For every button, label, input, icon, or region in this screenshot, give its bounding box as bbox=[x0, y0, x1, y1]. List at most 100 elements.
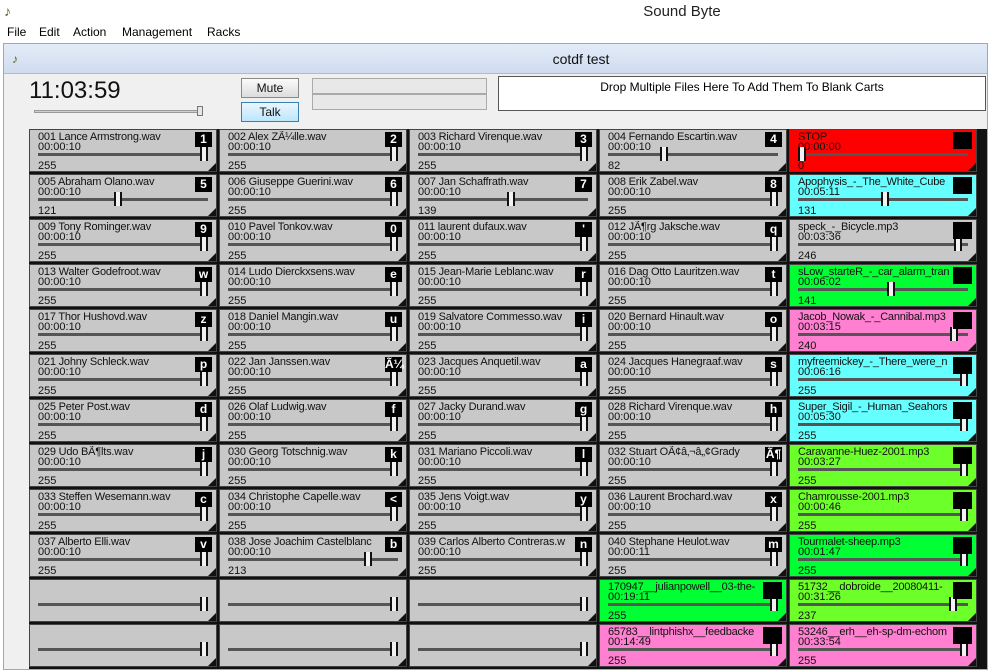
cart-button[interactable]: 035 Jens Voigt.wav 00:00:10 255 y bbox=[409, 489, 597, 532]
cart-button[interactable]: 003 Richard Virenque.wav 00:00:10 255 3 bbox=[409, 129, 597, 172]
cart-volume-track[interactable] bbox=[608, 378, 778, 381]
cart-volume-track[interactable] bbox=[228, 333, 398, 336]
cart-volume-track[interactable] bbox=[608, 243, 778, 246]
cart-button[interactable]: 53246__erh__eh-sp-dm-echom 00:33:54 255 bbox=[789, 624, 977, 667]
cart-volume-thumb[interactable] bbox=[200, 372, 208, 386]
cart-button[interactable]: myfreemickey_-_There_were_n 00:06:16 255 bbox=[789, 354, 977, 397]
cart-button[interactable] bbox=[29, 579, 217, 622]
cart-volume-track[interactable] bbox=[228, 558, 398, 561]
cart-volume-track[interactable] bbox=[418, 378, 588, 381]
cart-button[interactable]: 016 Dag Otto Lauritzen.wav 00:00:10 255 t bbox=[599, 264, 787, 307]
cart-volume-track[interactable] bbox=[38, 648, 208, 651]
cart-volume-track[interactable] bbox=[608, 288, 778, 291]
cart-volume-track[interactable] bbox=[38, 513, 208, 516]
menu-file[interactable]: File bbox=[7, 25, 26, 39]
cart-button[interactable]: 019 Salvatore Commesso.wav 00:00:10 255 i bbox=[409, 309, 597, 352]
cart-button[interactable]: 017 Thor Hushovd.wav 00:00:10 255 z bbox=[29, 309, 217, 352]
cart-volume-thumb[interactable] bbox=[580, 642, 588, 656]
cart-button[interactable]: 025 Peter Post.wav 00:00:10 255 d bbox=[29, 399, 217, 442]
cart-volume-track[interactable] bbox=[38, 378, 208, 381]
cart-volume-thumb[interactable] bbox=[770, 327, 778, 341]
cart-button[interactable] bbox=[409, 624, 597, 667]
cart-button[interactable]: 020 Bernard Hinault.wav 00:00:10 255 o bbox=[599, 309, 787, 352]
cart-volume-thumb[interactable] bbox=[364, 552, 372, 566]
cart-volume-track[interactable] bbox=[798, 558, 968, 561]
cart-button[interactable] bbox=[219, 579, 407, 622]
cart-volume-track[interactable] bbox=[418, 513, 588, 516]
cart-volume-thumb[interactable] bbox=[580, 282, 588, 296]
cart-volume-thumb[interactable] bbox=[960, 642, 968, 656]
cart-volume-thumb[interactable] bbox=[770, 462, 778, 476]
cart-button[interactable]: 004 Fernando Escartin.wav 00:00:10 82 4 bbox=[599, 129, 787, 172]
cart-volume-track[interactable] bbox=[608, 513, 778, 516]
cart-volume-thumb[interactable] bbox=[507, 192, 515, 206]
cart-button[interactable] bbox=[409, 579, 597, 622]
cart-volume-thumb[interactable] bbox=[200, 147, 208, 161]
cart-button[interactable]: 65783__lintphishx__feedbacke 00:14:49 255 bbox=[599, 624, 787, 667]
cart-volume-thumb[interactable] bbox=[960, 372, 968, 386]
cart-volume-track[interactable] bbox=[418, 648, 588, 651]
cart-volume-track[interactable] bbox=[418, 603, 588, 606]
cart-button[interactable]: 030 Georg Totschnig.wav 00:00:10 255 k bbox=[219, 444, 407, 487]
cart-button[interactable]: STOP 00:00:00 0 bbox=[789, 129, 977, 172]
cart-volume-thumb[interactable] bbox=[770, 597, 778, 611]
cart-button[interactable]: 031 Mariano Piccoli.wav 00:00:10 255 l bbox=[409, 444, 597, 487]
cart-volume-thumb[interactable] bbox=[390, 147, 398, 161]
cart-button[interactable]: 010 Pavel Tonkov.wav 00:00:10 255 0 bbox=[219, 219, 407, 262]
cart-volume-thumb[interactable] bbox=[390, 192, 398, 206]
cart-volume-thumb[interactable] bbox=[580, 372, 588, 386]
talk-button[interactable]: Talk bbox=[241, 102, 299, 122]
cart-button[interactable]: 022 Jan Janssen.wav 00:00:10 255 Ã¼ bbox=[219, 354, 407, 397]
cart-volume-thumb[interactable] bbox=[390, 507, 398, 521]
cart-button[interactable]: Super_Sigil_-_Human_Seahors 00:05:30 255 bbox=[789, 399, 977, 442]
cart-button[interactable]: 037 Alberto Elli.wav 00:00:10 255 v bbox=[29, 534, 217, 577]
cart-volume-track[interactable] bbox=[228, 468, 398, 471]
cart-button[interactable] bbox=[219, 624, 407, 667]
cart-volume-thumb[interactable] bbox=[770, 192, 778, 206]
cart-volume-thumb[interactable] bbox=[200, 507, 208, 521]
cart-volume-track[interactable] bbox=[608, 648, 778, 651]
cart-volume-thumb[interactable] bbox=[200, 642, 208, 656]
cart-volume-track[interactable] bbox=[798, 648, 968, 651]
cart-volume-track[interactable] bbox=[38, 558, 208, 561]
cart-button[interactable]: 51732__dobroide__20080411- 00:31:26 237 bbox=[789, 579, 977, 622]
cart-button[interactable]: 039 Carlos Alberto Contreras.w 00:00:10 25… bbox=[409, 534, 597, 577]
cart-button[interactable]: 034 Christophe Capelle.wav 00:00:10 255 < bbox=[219, 489, 407, 532]
cart-volume-track[interactable] bbox=[38, 243, 208, 246]
cart-button[interactable]: speck_-_Bicycle.mp3 00:03:36 246 bbox=[789, 219, 977, 262]
cart-volume-thumb[interactable] bbox=[770, 642, 778, 656]
cart-volume-thumb[interactable] bbox=[960, 507, 968, 521]
cart-volume-thumb[interactable] bbox=[770, 417, 778, 431]
cart-volume-track[interactable] bbox=[228, 603, 398, 606]
cart-volume-thumb[interactable] bbox=[390, 237, 398, 251]
cart-volume-thumb[interactable] bbox=[770, 507, 778, 521]
cart-volume-track[interactable] bbox=[798, 468, 968, 471]
cart-button[interactable]: 005 Abraham Olano.wav 00:00:10 121 5 bbox=[29, 174, 217, 217]
cart-volume-thumb[interactable] bbox=[390, 327, 398, 341]
cart-button[interactable]: 032 Stuart OÃ¢â‚¬â„¢Grady 00:00:10 255 Ã¶ bbox=[599, 444, 787, 487]
cart-volume-thumb[interactable] bbox=[200, 462, 208, 476]
cart-button[interactable]: 028 Richard Virenque.wav 00:00:10 255 h bbox=[599, 399, 787, 442]
cart-volume-track[interactable] bbox=[38, 333, 208, 336]
cart-volume-track[interactable] bbox=[798, 288, 968, 291]
cart-volume-thumb[interactable] bbox=[580, 417, 588, 431]
cart-volume-thumb[interactable] bbox=[770, 552, 778, 566]
cart-volume-track[interactable] bbox=[418, 468, 588, 471]
cart-button[interactable]: 014 Ludo Dierckxsens.wav 00:00:10 255 e bbox=[219, 264, 407, 307]
cart-button[interactable]: Chamrousse-2001.mp3 00:00:46 255 bbox=[789, 489, 977, 532]
cart-volume-thumb[interactable] bbox=[390, 597, 398, 611]
cart-button[interactable]: 009 Tony Rominger.wav 00:00:10 255 9 bbox=[29, 219, 217, 262]
cart-volume-track[interactable] bbox=[608, 468, 778, 471]
cart-volume-track[interactable] bbox=[38, 153, 208, 156]
cart-volume-track[interactable] bbox=[418, 198, 588, 201]
cart-volume-thumb[interactable] bbox=[580, 237, 588, 251]
menu-action[interactable]: Action bbox=[73, 25, 106, 39]
cart-volume-thumb[interactable] bbox=[798, 147, 806, 161]
cart-volume-thumb[interactable] bbox=[200, 237, 208, 251]
cart-button[interactable] bbox=[29, 624, 217, 667]
cart-button[interactable]: 011 laurent dufaux.wav 00:00:10 255 ' bbox=[409, 219, 597, 262]
cart-volume-track[interactable] bbox=[608, 423, 778, 426]
cart-volume-thumb[interactable] bbox=[887, 282, 895, 296]
cart-button[interactable]: 018 Daniel Mangin.wav 00:00:10 255 u bbox=[219, 309, 407, 352]
cart-button[interactable]: 029 Udo BÃ¶lts.wav 00:00:10 255 j bbox=[29, 444, 217, 487]
